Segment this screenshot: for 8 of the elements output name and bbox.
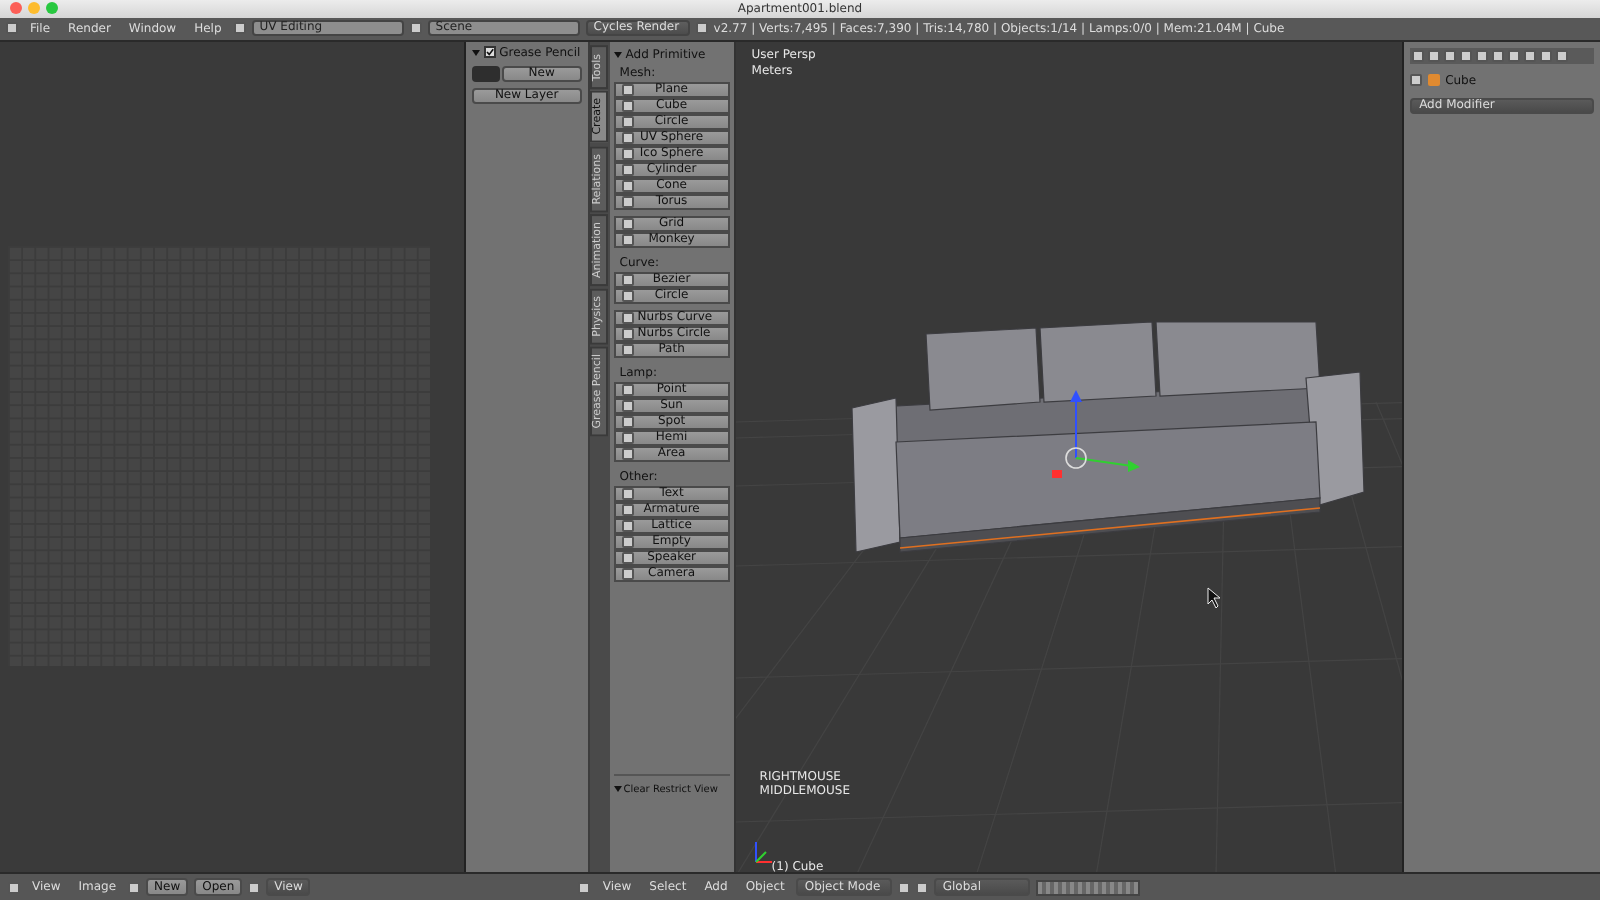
layer-grid[interactable] xyxy=(1036,879,1141,896)
axis-icon xyxy=(754,840,773,863)
mouse-cursor-icon xyxy=(1207,587,1221,609)
transform-gizmo-drawing xyxy=(1051,389,1140,478)
collapse-icon[interactable] xyxy=(613,786,622,793)
close-icon[interactable] xyxy=(10,2,22,15)
collapse-icon[interactable] xyxy=(613,51,622,58)
checkbox[interactable] xyxy=(483,46,496,59)
